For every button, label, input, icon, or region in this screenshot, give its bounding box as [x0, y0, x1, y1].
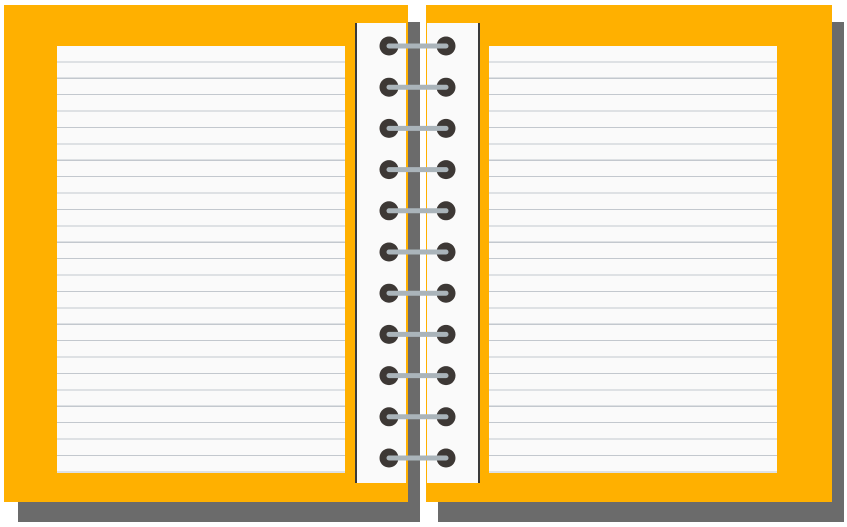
- spiral-ring: [379, 283, 456, 303]
- spiral-ring: [379, 118, 456, 138]
- spiral-ring: [379, 160, 456, 180]
- spiral-ring: [379, 324, 456, 344]
- spiral-ring: [379, 407, 456, 427]
- spiral-ring: [379, 36, 456, 56]
- spiral-binding: [379, 36, 456, 468]
- spiral-ring: [379, 448, 456, 468]
- spiral-ring: [379, 77, 456, 97]
- spiral-ring: [379, 366, 456, 386]
- spiral-ring: [379, 242, 456, 262]
- spiral-ring: [379, 201, 456, 221]
